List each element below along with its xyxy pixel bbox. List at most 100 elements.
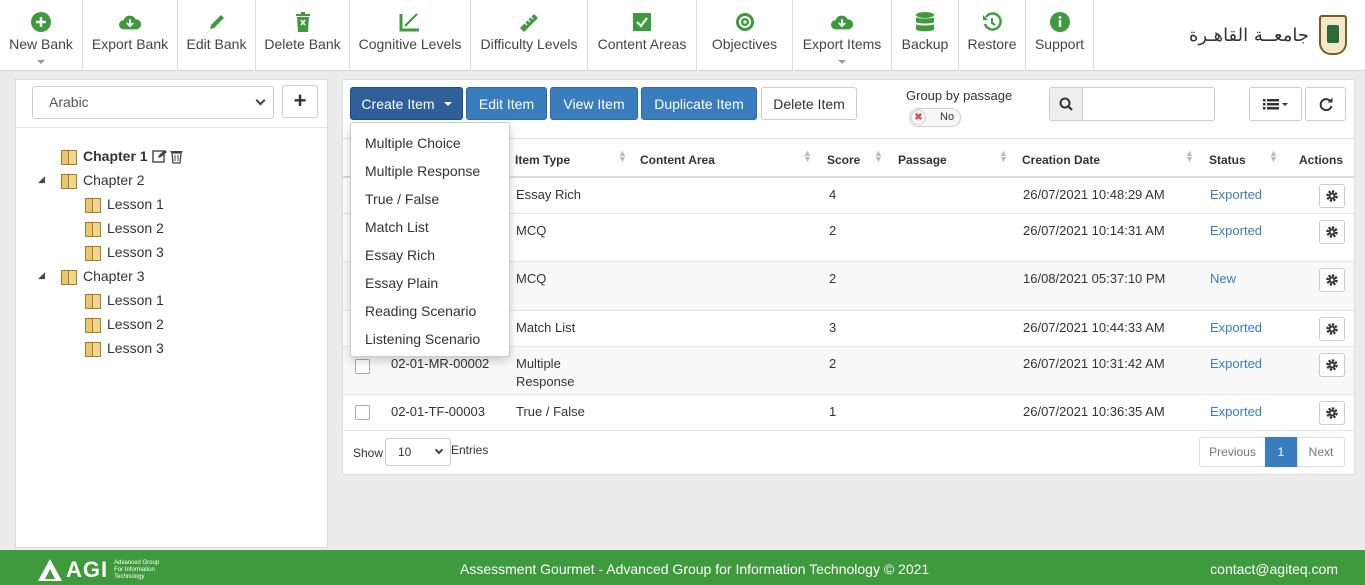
gear-icon[interactable]	[1319, 401, 1345, 425]
gear-icon[interactable]	[1319, 220, 1345, 244]
cognitive-levels-button[interactable]: Cognitive Levels	[350, 0, 471, 70]
new-bank-button[interactable]: New Bank	[0, 0, 83, 70]
chevron-down-icon	[255, 95, 266, 106]
tree-node-chapter-1[interactable]: Chapter 1	[61, 146, 183, 166]
objectives-button[interactable]: Objectives	[697, 0, 793, 70]
tree-node-lesson[interactable]: Lesson 1	[85, 290, 164, 310]
previous-page-button[interactable]: Previous	[1199, 437, 1266, 467]
menu-item-match-list[interactable]: Match List	[351, 213, 509, 241]
gear-icon[interactable]	[1319, 353, 1345, 377]
cognitive-levels-label: Cognitive Levels	[358, 36, 462, 52]
sort-icon[interactable]: ▲ ▼	[803, 149, 812, 164]
refresh-button[interactable]	[1305, 87, 1346, 121]
difficulty-levels-button[interactable]: Difficulty Levels	[471, 0, 588, 70]
column-header-item-type[interactable]: Item Type	[515, 153, 570, 167]
delete-item-button[interactable]: Delete Item	[761, 87, 857, 120]
view-item-button[interactable]: View Item	[550, 87, 638, 120]
sort-icon[interactable]: ▲ ▼	[874, 149, 883, 164]
menu-item-true-false[interactable]: True / False	[351, 185, 509, 213]
sort-icon[interactable]: ▲ ▼	[1269, 149, 1278, 164]
tree-node-chapter-2[interactable]: Chapter 2	[61, 170, 144, 190]
creation-date-cell: 26/07/2021 10:44:33 AM	[1023, 320, 1165, 335]
tree-node-lesson[interactable]: Lesson 1	[85, 194, 164, 214]
score-cell: 2	[829, 271, 837, 286]
collapse-toggle-icon[interactable]: ◢	[38, 174, 45, 185]
page-1-button[interactable]: 1	[1265, 437, 1297, 467]
row-checkbox[interactable]	[355, 405, 370, 420]
export-bank-label: Export Bank	[91, 36, 169, 52]
backup-button[interactable]: Backup	[892, 0, 959, 70]
ruler-icon	[518, 11, 540, 33]
column-header-creation-date[interactable]: Creation Date	[1022, 153, 1100, 167]
cloud-download-icon	[119, 11, 141, 33]
row-checkbox[interactable]	[355, 359, 370, 374]
export-bank-button[interactable]: Export Bank	[83, 0, 178, 70]
restore-button[interactable]: Restore	[959, 0, 1026, 70]
contact-email[interactable]: contact@agiteq.com	[1210, 561, 1338, 577]
objectives-label: Objectives	[711, 36, 778, 52]
menu-item-essay-plain[interactable]: Essay Plain	[351, 269, 509, 297]
language-select-value: Arabic	[49, 94, 89, 110]
table-row[interactable]: 02-01-TF-00003 True / False 1 26/07/2021…	[343, 395, 1354, 431]
book-icon	[85, 317, 101, 333]
duplicate-item-button[interactable]: Duplicate Item	[641, 87, 757, 120]
entries-label: Entries	[451, 443, 489, 457]
menu-item-multiple-choice[interactable]: Multiple Choice	[351, 129, 509, 157]
tree-node-lesson[interactable]: Lesson 2	[85, 314, 164, 334]
sort-icon[interactable]: ▲ ▼	[618, 149, 627, 164]
add-chapter-button[interactable]: +	[282, 85, 318, 118]
delete-bank-button[interactable]: Delete Bank	[256, 0, 350, 70]
info-icon	[1049, 11, 1071, 33]
agi-logo-icon	[38, 559, 62, 581]
tree-node-lesson[interactable]: Lesson 2	[85, 218, 164, 238]
entries-select-value: 10	[398, 445, 412, 459]
menu-item-multiple-response[interactable]: Multiple Response	[351, 157, 509, 185]
checkbox-icon	[631, 11, 653, 33]
tree-node-label: Lesson 2	[107, 316, 164, 332]
menu-item-reading-scenario[interactable]: Reading Scenario	[351, 297, 509, 325]
delete-bank-label: Delete Bank	[264, 36, 341, 52]
gear-icon[interactable]	[1319, 268, 1345, 292]
support-button[interactable]: Support	[1026, 0, 1094, 70]
collapse-toggle-icon[interactable]: ◢	[38, 270, 45, 281]
export-items-button[interactable]: Export Items	[793, 0, 892, 70]
history-icon	[981, 11, 1003, 33]
menu-item-listening-scenario[interactable]: Listening Scenario	[351, 325, 509, 353]
menu-item-essay-rich[interactable]: Essay Rich	[351, 241, 509, 269]
sort-icon[interactable]: ▲ ▼	[1185, 149, 1194, 164]
sort-icon[interactable]: ▲ ▼	[999, 149, 1008, 164]
book-icon	[61, 173, 77, 189]
tree-node-label: Lesson 2	[107, 220, 164, 236]
tree-node-label: Lesson 1	[107, 292, 164, 308]
status-cell: Exported	[1210, 223, 1263, 238]
edit-icon[interactable]	[151, 149, 168, 164]
item-type-cell: True / False	[516, 404, 585, 419]
tree-node-lesson[interactable]: Lesson 3	[85, 338, 164, 358]
content-areas-button[interactable]: Content Areas	[588, 0, 697, 70]
restore-label: Restore	[967, 36, 1017, 52]
gear-icon[interactable]	[1319, 184, 1345, 208]
next-page-button[interactable]: Next	[1297, 437, 1345, 467]
list-icon	[1262, 99, 1288, 110]
language-select[interactable]: Arabic	[32, 86, 274, 119]
tree-node-chapter-3[interactable]: Chapter 3	[61, 266, 144, 286]
entries-select[interactable]: 10	[385, 438, 451, 466]
column-view-button[interactable]	[1249, 87, 1302, 121]
create-item-button[interactable]: Create Item	[350, 87, 463, 120]
edit-bank-button[interactable]: Edit Bank	[178, 0, 256, 70]
group-by-passage-toggle[interactable]: ✖ No	[909, 108, 961, 127]
column-header-score[interactable]: Score	[827, 153, 860, 167]
search-box[interactable]	[1049, 87, 1215, 121]
create-item-label: Create Item	[361, 95, 435, 112]
column-header-passage[interactable]: Passage	[898, 153, 947, 167]
creation-date-cell: 26/07/2021 10:36:35 AM	[1023, 404, 1165, 419]
item-code-cell: 02-01-MR-00002	[391, 356, 490, 371]
book-icon	[85, 293, 101, 309]
column-header-content-area[interactable]: Content Area	[640, 153, 715, 167]
gear-icon[interactable]	[1319, 317, 1345, 341]
search-icon[interactable]	[1050, 88, 1083, 120]
trash-icon[interactable]	[170, 149, 183, 164]
column-header-status[interactable]: Status	[1209, 153, 1246, 167]
tree-node-lesson[interactable]: Lesson 3	[85, 242, 164, 262]
edit-item-button[interactable]: Edit Item	[466, 87, 547, 120]
